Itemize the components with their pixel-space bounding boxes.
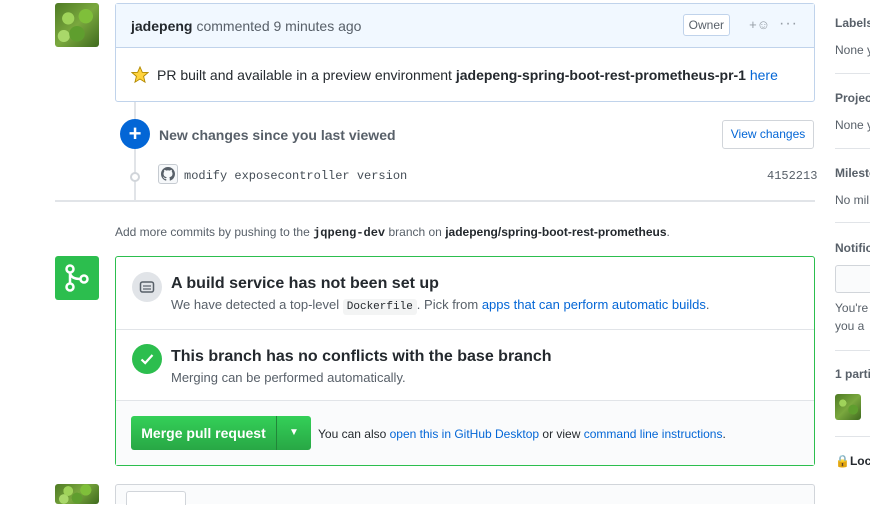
build-service-title: A build service has not been set up [171, 275, 439, 292]
preview-link[interactable]: here [750, 67, 778, 83]
new-comment-box [115, 484, 815, 505]
sidebar-divider [835, 222, 870, 223]
sidebar-divider [835, 73, 870, 74]
command-line-instructions-link[interactable]: command line instructions [584, 427, 723, 441]
sidebar-divider [835, 350, 870, 351]
dockerfile-name: Dockerfile [342, 299, 417, 315]
caret-down-icon: ▼ [289, 427, 299, 438]
comment-text: PR built and available in a preview envi… [157, 67, 452, 83]
build-service-section: A build service has not been set up We h… [116, 257, 814, 330]
build-service-subtitle: We have detected a top-level Dockerfile.… [171, 297, 710, 315]
lock-label: Lock [849, 454, 870, 468]
sidebar-participants-heading: 1 partic [835, 367, 870, 381]
sidebar-projects-heading[interactable]: Project [835, 91, 870, 105]
hint-prefix: Add more commits by pushing to the [115, 225, 310, 239]
sidebar-divider [835, 436, 870, 437]
git-merge-icon [55, 256, 99, 300]
timeline-divider [55, 200, 815, 202]
merge-options-dropdown[interactable]: ▼ [277, 416, 311, 450]
build-service-icon [132, 272, 162, 302]
star-icon [131, 66, 149, 84]
lock-conversation[interactable]: 🔒Lock [835, 454, 870, 468]
sidebar-milestone-value: No mil [835, 193, 870, 207]
merge-button-group: Merge pull request ▼ [131, 416, 311, 450]
notifications-text-line1: You're [835, 301, 869, 315]
branch-name: jqpeng-dev [313, 226, 386, 240]
merge-pull-request-button[interactable]: Merge pull request [131, 416, 277, 450]
comment-body: PR built and available in a preview envi… [116, 48, 814, 102]
bottom-commenter-avatar[interactable] [55, 484, 99, 504]
subscribe-button[interactable] [835, 265, 870, 293]
automatic-builds-link[interactable]: apps that can perform automatic builds [482, 297, 706, 312]
lock-icon: 🔒 [835, 454, 850, 468]
comment-author[interactable]: jadepeng [131, 18, 192, 34]
build-sub-mid: . Pick from [416, 297, 479, 312]
add-reaction-icon[interactable]: +☺ [749, 17, 770, 32]
plus-icon: + [120, 119, 150, 149]
sidebar-labels-value: None y [835, 43, 870, 57]
merge-alternatives-note: You can also open this in GitHub Desktop… [318, 427, 726, 441]
commit-dot-icon [130, 172, 140, 182]
view-changes-button[interactable]: View changes [722, 120, 814, 149]
comment-box: jadepeng commented 9 minutes ago Owner +… [115, 3, 815, 102]
merge-box: A build service has not been set up We h… [115, 256, 815, 466]
commit-author-avatar[interactable] [158, 164, 178, 184]
merge-action-section: Merge pull request ▼ You can also open t… [116, 401, 814, 465]
comment-timestamp[interactable]: commented 9 minutes ago [196, 18, 361, 34]
sidebar-milestone-heading[interactable]: Milesto [835, 166, 870, 180]
notifications-text-line2: you a [835, 319, 865, 333]
commit-message[interactable]: modify exposecontroller version [184, 169, 407, 183]
commenter-avatar[interactable] [55, 3, 99, 47]
push-hint: Add more commits by pushing to the jqpen… [115, 225, 670, 240]
conflict-title: This branch has no conflicts with the ba… [171, 348, 552, 365]
timeline-line [134, 102, 136, 200]
participant-avatar[interactable] [835, 394, 861, 420]
sidebar-notifications-heading: Notific [835, 241, 870, 255]
note-prefix: You can also [318, 427, 387, 441]
sidebar-projects-value: None y [835, 118, 870, 132]
new-changes-label: New changes since you last viewed [159, 127, 396, 143]
conflict-section: This branch has no conflicts with the ba… [116, 330, 814, 401]
build-sub-prefix: We have detected a top-level [171, 297, 340, 312]
hint-middle: branch on [388, 225, 442, 239]
github-octocat-icon [161, 167, 175, 181]
note-mid: or view [542, 427, 581, 441]
owner-badge: Owner [682, 14, 730, 36]
github-desktop-link[interactable]: open this in GitHub Desktop [390, 427, 539, 441]
repo-name: jadepeng/spring-boot-rest-prometheus [445, 225, 667, 239]
note-suffix: . [722, 427, 726, 441]
environment-name: jadepeng-spring-boot-rest-prometheus-pr-… [455, 67, 746, 83]
sidebar: Labels None y Project None y Milesto No … [820, 0, 870, 500]
check-icon [132, 344, 162, 374]
sidebar-divider [835, 148, 870, 149]
commit-sha[interactable]: 4152213 [767, 169, 817, 183]
sidebar-labels-heading[interactable]: Labels [835, 16, 870, 30]
conflict-subtitle: Merging can be performed automatically. [171, 370, 406, 385]
build-sub-suffix: . [705, 297, 710, 312]
more-options-icon[interactable]: ··· [779, 15, 798, 33]
hint-suffix: . [666, 225, 670, 239]
write-tab[interactable] [126, 491, 186, 505]
